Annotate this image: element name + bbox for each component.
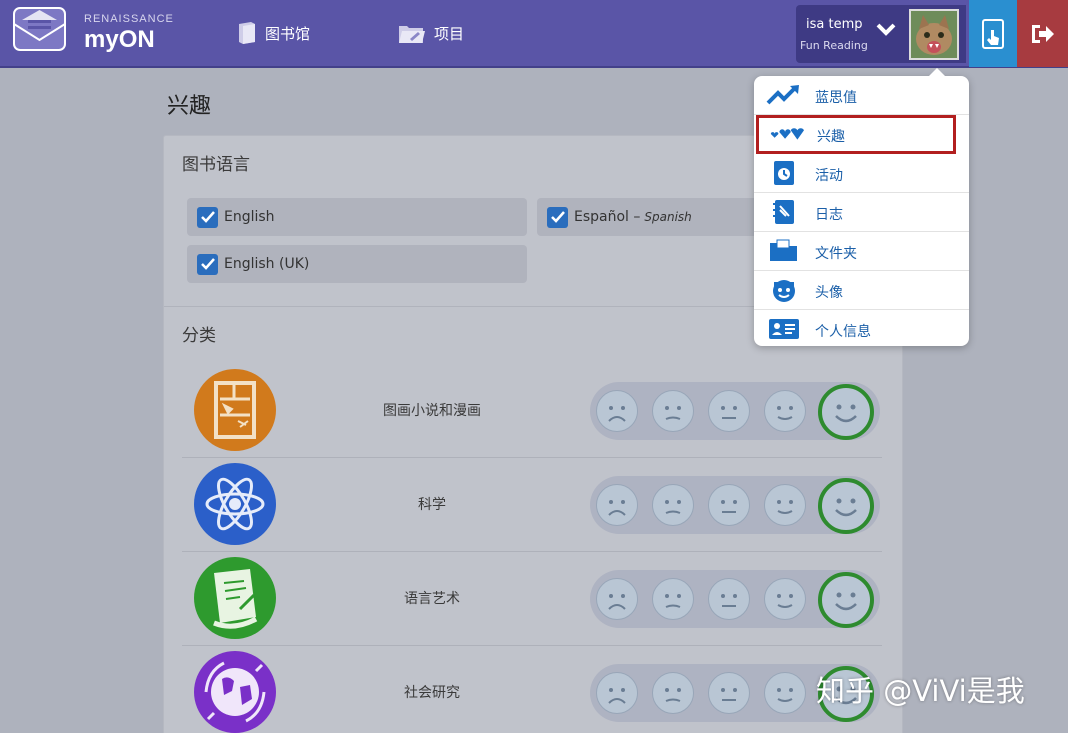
menu-item-lexile[interactable]: 蓝思值 (754, 76, 969, 115)
category-row: 社会研究 (182, 646, 882, 733)
tablet-touch-icon (982, 18, 1004, 49)
happy-face-icon[interactable] (764, 672, 806, 714)
rating-scale (590, 570, 880, 628)
sad-face-icon[interactable] (652, 672, 694, 714)
nav-projects-label: 项目 (434, 24, 465, 43)
nav-projects[interactable]: 项目 (398, 18, 464, 48)
category-label: 语言艺术 (404, 591, 460, 607)
chevron-down-icon (876, 23, 896, 36)
logout-icon (1031, 24, 1054, 43)
watermark: 知乎 @ViVi是我 (816, 674, 1025, 708)
category-row: 科学 (182, 458, 882, 552)
rating-scale (590, 382, 880, 440)
menu-item-label: 兴趣 (817, 129, 845, 145)
graphic-novel-icon (194, 369, 276, 451)
brand-small-text: RENAISSANCE (84, 13, 174, 25)
very-happy-face-icon[interactable] (818, 572, 874, 628)
globe-icon (194, 651, 276, 733)
menu-item-label: 头像 (815, 285, 843, 301)
cat-avatar-icon (911, 11, 957, 58)
hearts-icon (768, 120, 804, 148)
menu-item-label: 蓝思值 (815, 90, 857, 106)
book-icon (239, 22, 255, 44)
user-dropdown-menu: 蓝思值 兴趣 活动 日志 文件夹 头像 个人信息 (754, 68, 969, 349)
menu-item-avatar[interactable]: 头像 (754, 271, 969, 310)
very-happy-face-icon[interactable] (818, 384, 874, 440)
device-button[interactable] (969, 0, 1017, 67)
language-english-uk[interactable]: English (UK) (187, 245, 527, 283)
avatar-face-icon (766, 276, 802, 304)
checkbox-checked[interactable] (197, 206, 218, 228)
very-sad-face-icon[interactable] (596, 578, 638, 620)
checkmark-icon (550, 211, 565, 223)
language-sub-label: Spanish (644, 210, 692, 224)
happy-face-icon[interactable] (764, 578, 806, 620)
language-label: English (UK) (224, 256, 310, 272)
sad-face-icon[interactable] (652, 390, 694, 432)
sad-face-icon[interactable] (652, 578, 694, 620)
menu-item-label: 个人信息 (815, 324, 871, 340)
checkbox-checked[interactable] (547, 206, 568, 228)
checkbox-checked[interactable] (197, 253, 218, 275)
menu-item-journal[interactable]: 日志 (754, 193, 969, 232)
happy-face-icon[interactable] (764, 484, 806, 526)
language-label: Español – (574, 209, 641, 225)
activity-clock-icon (766, 159, 802, 187)
languages-title: 图书语言 (182, 155, 250, 175)
menu-item-label: 活动 (815, 168, 843, 184)
neutral-face-icon[interactable] (708, 390, 750, 432)
menu-item-profile[interactable]: 个人信息 (754, 310, 969, 349)
journal-icon (766, 198, 802, 226)
page-title: 兴趣 (167, 94, 212, 119)
menu-item-folder[interactable]: 文件夹 (754, 232, 969, 271)
menu-item-label: 文件夹 (815, 246, 857, 262)
menu-item-interests[interactable]: 兴趣 (756, 115, 956, 154)
rating-scale (590, 476, 880, 534)
category-label: 图画小说和漫画 (383, 403, 481, 419)
neutral-face-icon[interactable] (708, 484, 750, 526)
user-class: Fun Reading (800, 39, 868, 52)
scroll-icon (194, 557, 276, 639)
neutral-face-icon[interactable] (708, 672, 750, 714)
myon-logo[interactable]: RENAISSANCE myON (12, 6, 182, 56)
envelope-logo-icon (13, 7, 66, 51)
folder-icon (766, 237, 802, 265)
very-sad-face-icon[interactable] (596, 484, 638, 526)
logout-button[interactable] (1017, 0, 1068, 67)
atom-icon (194, 463, 276, 545)
nav-library-label: 图书馆 (265, 24, 311, 43)
checkmark-icon (200, 258, 215, 270)
very-sad-face-icon[interactable] (596, 390, 638, 432)
very-happy-face-icon[interactable] (818, 478, 874, 534)
checkmark-icon (200, 211, 215, 223)
menu-item-label: 日志 (815, 207, 843, 223)
menu-item-activity[interactable]: 活动 (754, 154, 969, 193)
happy-face-icon[interactable] (764, 390, 806, 432)
very-sad-face-icon[interactable] (596, 672, 638, 714)
language-spanish[interactable]: Español – Spanish (537, 198, 767, 236)
language-english[interactable]: English (187, 198, 527, 236)
sad-face-icon[interactable] (652, 484, 694, 526)
trend-chart-icon (766, 81, 802, 109)
categories-title: 分类 (182, 326, 216, 346)
nav-library[interactable]: 图书馆 (237, 18, 310, 48)
user-avatar[interactable] (909, 9, 959, 60)
category-label: 科学 (418, 497, 446, 513)
top-bar: RENAISSANCE myON 图书馆 项目 isa temp Fun Rea… (0, 0, 1068, 68)
category-label: 社会研究 (404, 685, 460, 701)
user-name: isa temp (806, 17, 863, 32)
category-row: 图画小说和漫画 (182, 364, 882, 458)
neutral-face-icon[interactable] (708, 578, 750, 620)
folder-pencil-icon (399, 26, 425, 43)
category-row: 语言艺术 (182, 552, 882, 646)
language-label: English (224, 209, 275, 225)
brand-name: myON (84, 26, 155, 53)
profile-card-icon (766, 315, 802, 343)
